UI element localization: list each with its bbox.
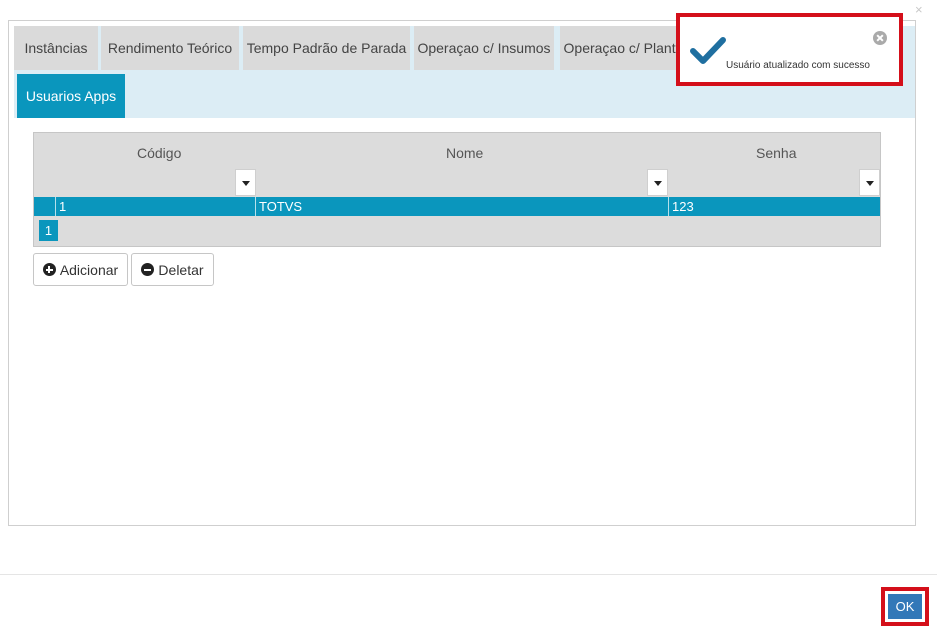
users-grid: Código Nome Senha 1 TOTVS 123 1 xyxy=(33,132,881,247)
success-toast: Usuário atualizado com sucesso xyxy=(676,13,903,86)
add-button[interactable]: Adicionar xyxy=(33,253,128,286)
add-button-label: Adicionar xyxy=(59,261,119,278)
delete-button-label: Deletar xyxy=(158,261,204,278)
filter-senha-dropdown-icon[interactable] xyxy=(859,169,880,196)
tab-usuarios-apps[interactable]: Usuarios Apps xyxy=(17,74,125,118)
column-divider xyxy=(255,197,256,216)
footer-divider xyxy=(0,574,937,575)
tab-rendimento-teorico[interactable]: Rendimento Teórico xyxy=(101,26,239,70)
cell-senha[interactable]: 123 xyxy=(672,197,694,216)
tab-tempo-padrao-de-parada[interactable]: Tempo Padrão de Parada xyxy=(243,26,410,70)
column-header-nome[interactable]: Nome xyxy=(446,145,483,161)
checkmark-icon xyxy=(690,37,726,64)
column-header-codigo[interactable]: Código xyxy=(137,145,181,161)
plus-circle-icon xyxy=(42,263,56,276)
column-header-senha[interactable]: Senha xyxy=(756,145,796,161)
close-circle-icon[interactable] xyxy=(873,31,887,45)
filter-codigo-dropdown-icon[interactable] xyxy=(235,169,256,196)
table-row[interactable]: 1 TOTVS 123 xyxy=(34,197,880,216)
minus-circle-icon xyxy=(141,263,155,276)
cell-nome[interactable]: TOTVS xyxy=(259,197,302,216)
delete-button[interactable]: Deletar xyxy=(131,253,214,286)
tab-operacao-insumos[interactable]: Operaçao c/ Insumos xyxy=(414,26,554,70)
toast-message: Usuário atualizado com sucesso xyxy=(726,60,870,71)
ok-highlight: OK xyxy=(881,587,929,626)
dialog-panel: Instâncias Rendimento Teórico Tempo Padr… xyxy=(8,20,916,526)
column-divider xyxy=(668,197,669,216)
tab-operacao-plantio[interactable]: Operaçao c/ Plantio xyxy=(560,26,690,70)
tab-instancias[interactable]: Instâncias xyxy=(14,26,98,70)
pagination-page[interactable]: 1 xyxy=(39,220,58,241)
ok-button[interactable]: OK xyxy=(888,594,922,619)
filter-nome-dropdown-icon[interactable] xyxy=(647,169,668,196)
cell-codigo[interactable]: 1 xyxy=(59,197,66,216)
dialog-close-icon[interactable]: × xyxy=(915,2,923,17)
row-selector-divider xyxy=(55,197,56,216)
